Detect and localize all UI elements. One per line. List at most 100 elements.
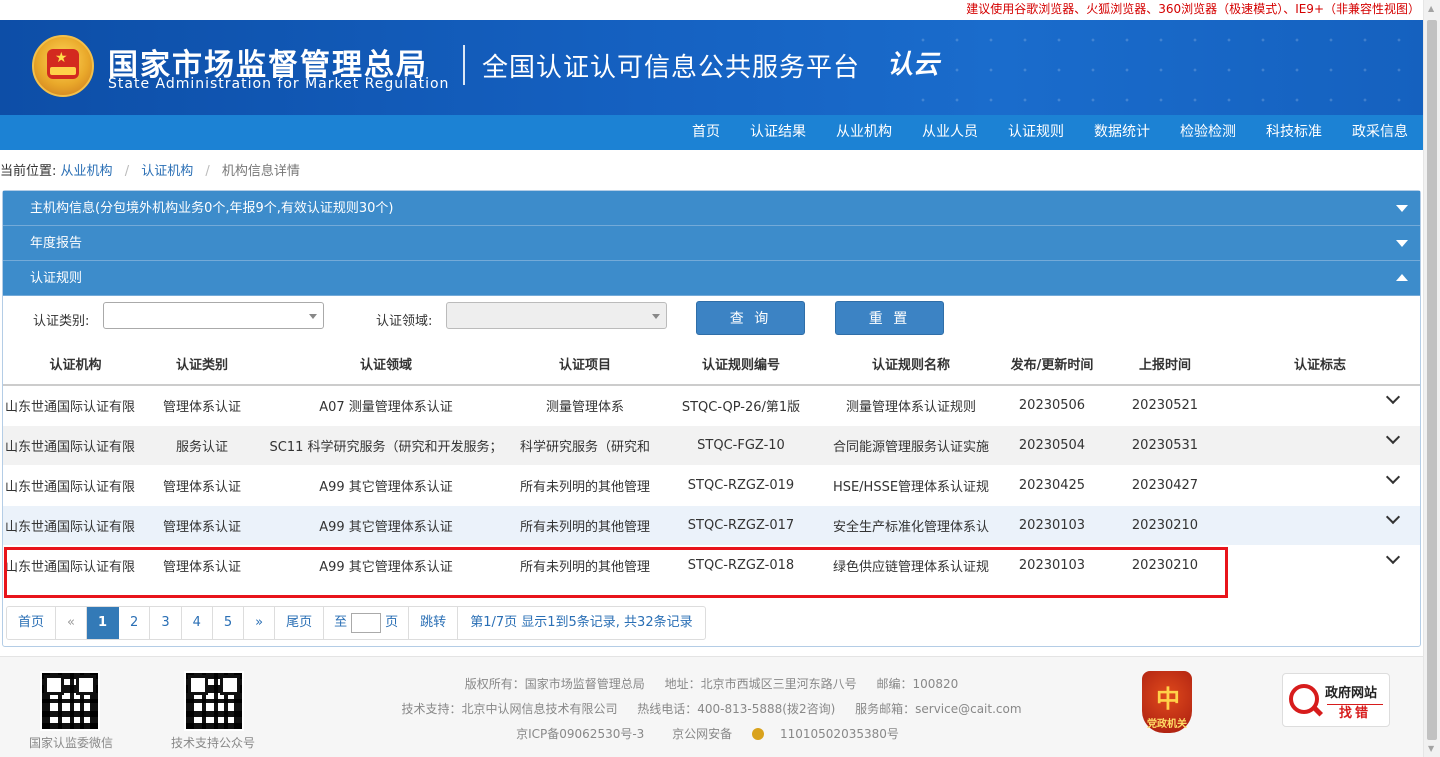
pager-page-5[interactable]: 5 <box>212 607 245 639</box>
table-cell <box>1220 465 1420 506</box>
table-cell: 所有未列明的其他管理 <box>516 465 654 506</box>
table-cell: 服务认证 <box>148 425 256 466</box>
column-header: 认证项目 <box>516 343 654 386</box>
pager-goto-prefix: 至 <box>334 615 348 630</box>
pager-goto: 至 页 <box>324 607 410 639</box>
pager-page-1[interactable]: 1 <box>86 607 120 639</box>
table-row[interactable]: 山东世通国际认证有限 管理体系认证 A99 其它管理体系认证 所有未列明的其他管理 ST… <box>3 545 1420 586</box>
table-cell: 20230504 <box>994 425 1110 466</box>
breadcrumb-current: 机构信息详情 <box>221 164 300 179</box>
national-emblem-icon: ★ <box>32 35 94 97</box>
table-row[interactable]: 山东世通国际认证有限 服务认证 SC11 科学研究服务（研究和开发服务； 科学研究服务… <box>3 425 1420 466</box>
org-name-en: State Administration for Market Regulati… <box>108 76 450 92</box>
expand-chevron-icon[interactable] <box>1385 429 1401 444</box>
pager-last[interactable]: 尾页 <box>275 607 325 639</box>
nav-item-4[interactable]: 认证规则 <box>993 115 1079 150</box>
scroll-down-icon[interactable]: ▼ <box>1428 744 1434 753</box>
expand-chevron-icon[interactable] <box>1385 549 1401 564</box>
table-row[interactable]: 山东世通国际认证有限 管理体系认证 A99 其它管理体系认证 所有未列明的其他管理 ST… <box>3 465 1420 506</box>
table-cell: 所有未列明的其他管理 <box>516 505 654 546</box>
table-cell <box>1220 385 1420 426</box>
page-scrollbar[interactable]: ▲ ▼ <box>1423 0 1440 757</box>
pager-page-2[interactable]: 2 <box>119 607 151 639</box>
table-header-row: 认证机构 认证类别 认证领域 认证项目 认证规则编号 认证规则名称 发布/更新时间 上报时间认… <box>3 343 1420 386</box>
table-cell: 20230103 <box>994 545 1110 586</box>
party-gov-badge-icon[interactable]: 中 党政机关 <box>1142 671 1192 733</box>
pager-goto-suffix: 页 <box>385 615 399 630</box>
expand-chevron-icon[interactable] <box>1385 509 1401 524</box>
accordion-main-info[interactable]: 主机构信息(分包境外机构业务0个,年报9个,有效认证规则30个) <box>3 191 1420 226</box>
footer-line-1: 版权所有：国家市场监督管理总局 地址：北京市西城区三里河东路八号 邮编：1008… <box>464 677 959 691</box>
domain-label: 认证领域: <box>376 314 433 329</box>
column-header: 认证规则编号 <box>654 343 828 386</box>
domain-select[interactable] <box>446 302 667 329</box>
hex-pattern <box>903 20 1423 115</box>
column-header: 认证规则名称 <box>828 343 994 386</box>
pager-page-3[interactable]: 3 <box>150 607 182 639</box>
table-cell: 管理体系认证 <box>148 465 256 506</box>
accordion-annual-report[interactable]: 年度报告 <box>3 226 1420 261</box>
column-header: 认证类别 <box>148 343 256 386</box>
pager-jump-button[interactable]: 跳转 <box>409 607 459 639</box>
table-cell: 管理体系认证 <box>148 385 256 426</box>
pager-goto-input[interactable] <box>351 613 382 633</box>
icp-link[interactable]: 京ICP备09062530号-3 <box>516 727 644 741</box>
page: 建议使用谷歌浏览器、火狐浏览器、360浏览器（极速模式）、IE9+（非兼容性视图… <box>0 0 1440 757</box>
table-cell: A99 其它管理体系认证 <box>256 465 516 506</box>
magnifier-icon <box>1289 684 1319 714</box>
nav-item-2[interactable]: 从业机构 <box>821 115 907 150</box>
platform-name: 全国认证认可信息公共服务平台 <box>482 53 861 83</box>
breadcrumb-link-cert-orgs[interactable]: 认证机构 <box>141 164 193 179</box>
table-cell: 山东世通国际认证有限 <box>3 505 148 546</box>
table-row[interactable]: 山东世通国际认证有限 管理体系认证 A99 其它管理体系认证 所有未列明的其他管理 ST… <box>3 505 1420 546</box>
nav-item-7[interactable]: 科技标准 <box>1251 115 1337 150</box>
column-header: 上报时间 <box>1110 343 1220 386</box>
pager-next[interactable]: » <box>244 607 276 639</box>
nav-item-5[interactable]: 数据统计 <box>1079 115 1165 150</box>
breadcrumb-prefix: 当前位置: <box>0 164 57 179</box>
scrollbar-thumb[interactable] <box>1427 20 1437 740</box>
query-button[interactable]: 查 询 <box>696 301 805 335</box>
caret-down-icon <box>1396 205 1408 212</box>
table-cell: 山东世通国际认证有限 <box>3 545 148 586</box>
table-cell: 山东世通国际认证有限 <box>3 385 148 426</box>
table-cell: STQC-QP-26/第1版 <box>654 385 828 426</box>
chevron-down-icon <box>309 314 317 319</box>
table-cell: STQC-RZGZ-018 <box>654 545 828 586</box>
caret-up-icon <box>1396 274 1408 281</box>
expand-chevron-icon[interactable] <box>1385 469 1401 484</box>
reset-button[interactable]: 重 置 <box>835 301 944 335</box>
column-header: 认证标志 <box>1220 343 1420 386</box>
table-cell: 山东世通国际认证有限 <box>3 425 148 466</box>
table-row[interactable]: 山东世通国际认证有限 管理体系认证 A07 测量管理体系认证 测量管理体系 STQC-Q… <box>3 385 1420 426</box>
expand-chevron-icon[interactable] <box>1385 389 1401 405</box>
scroll-up-icon[interactable]: ▲ <box>1428 4 1434 13</box>
table-cell: A99 其它管理体系认证 <box>256 505 516 546</box>
renyun-logo[interactable]: 认云 <box>887 44 939 81</box>
table-cell: A99 其它管理体系认证 <box>256 545 516 586</box>
table-cell <box>1220 425 1420 466</box>
gov-site-error-report[interactable]: 政府网站 找错 <box>1282 673 1390 727</box>
nav-item-8[interactable]: 政采信息 <box>1337 115 1423 150</box>
category-select[interactable] <box>103 302 324 329</box>
nav-item-3[interactable]: 从业人员 <box>907 115 993 150</box>
nav-item-1[interactable]: 认证结果 <box>735 115 821 150</box>
breadcrumb-link-practitioner-orgs[interactable]: 从业机构 <box>61 164 113 179</box>
accordion-cert-rules[interactable]: 认证规则 <box>3 261 1420 296</box>
nav-item-6[interactable]: 检验检测 <box>1165 115 1251 150</box>
police-record[interactable]: 京公网安备 11010502035380号 <box>664 727 907 741</box>
table-cell: 20230103 <box>994 505 1110 546</box>
table-cell: 测量管理体系认证规则 <box>828 385 994 426</box>
pager-prev[interactable]: « <box>56 607 87 639</box>
pagination: 首页 « 12345 » 尾页 至 页 跳转 第1/7页 显示1到5条记录, 共… <box>6 606 706 640</box>
table-cell: 科学研究服务（研究和 <box>516 425 654 466</box>
main-nav: 首页 认证结果 从业机构 从业人员 认证规则 数据统计 检验检测 科技标准 政采信息 <box>0 115 1423 150</box>
nav-item-0[interactable]: 首页 <box>677 115 735 150</box>
table-cell: 绿色供应链管理体系认证规 <box>828 545 994 586</box>
pager-page-4[interactable]: 4 <box>181 607 213 639</box>
table-cell: 20230506 <box>994 385 1110 426</box>
table-cell: A07 测量管理体系认证 <box>256 385 516 426</box>
category-label: 认证类别: <box>33 314 90 329</box>
breadcrumb: 当前位置: 从业机构 / 认证机构 / 机构信息详情 <box>0 160 300 179</box>
pager-first[interactable]: 首页 <box>7 607 57 639</box>
